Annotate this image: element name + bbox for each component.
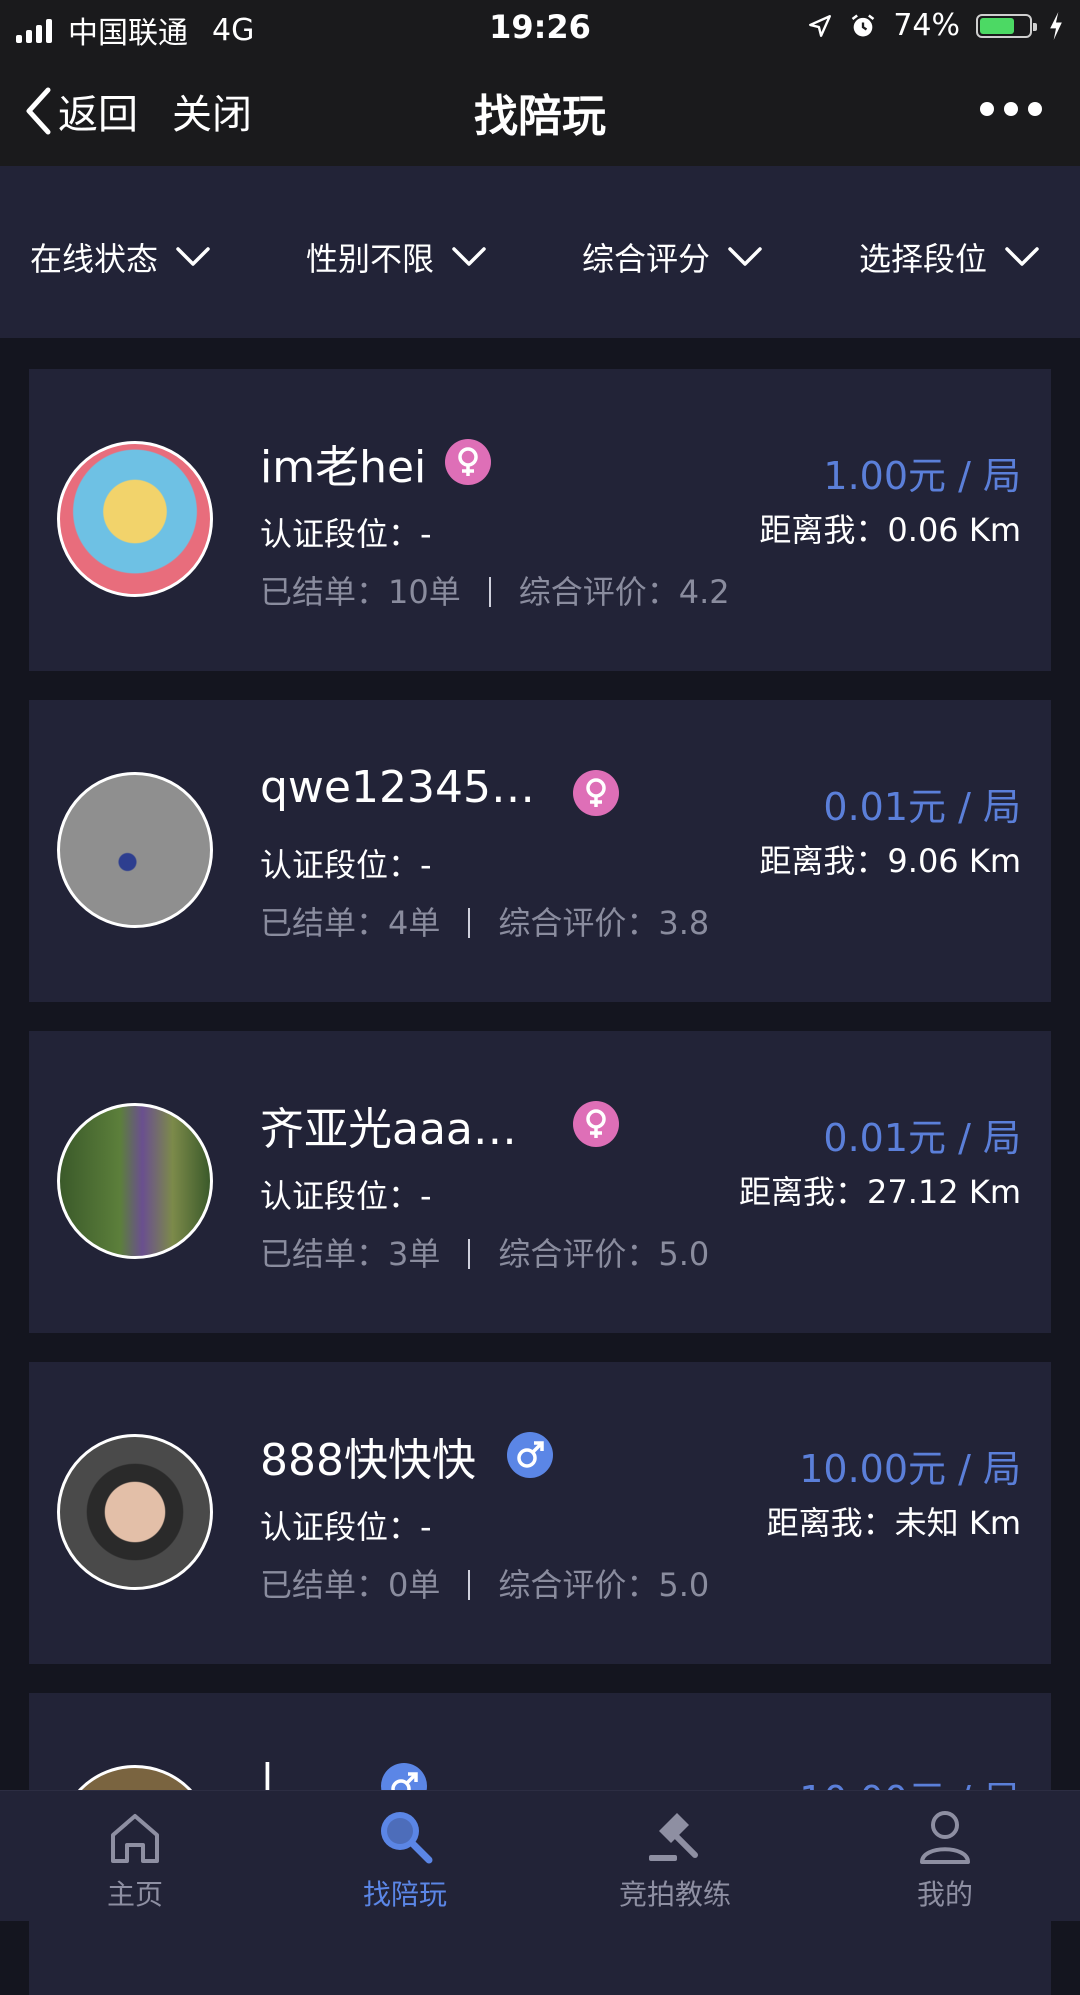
price-label: 1.00元 / 局 [823, 454, 1021, 498]
player-card[interactable]: 888快快快 认证段位：- 已结单：0单 综合评价：5.0 10.00元 / 局 … [29, 1362, 1051, 1664]
tab-label: 主页 [106, 1878, 163, 1911]
tab-auction-coach[interactable]: 竞拍教练 [575, 1805, 775, 1913]
order-stats: 已结单：3单 综合评价：5.0 [260, 1229, 709, 1275]
price-label: 10.00元 / 局 [799, 1447, 1021, 1491]
player-name: 齐亚光aaa… [260, 1104, 517, 1155]
battery-percent: 74% [893, 8, 960, 43]
distance-label: 距离我：9.06 Km [759, 842, 1021, 880]
tab-label: 找陪玩 [362, 1878, 447, 1911]
rank-label: 认证段位：- [260, 1177, 432, 1215]
user-icon [920, 1811, 970, 1864]
price-label: 0.01元 / 局 [823, 1116, 1021, 1160]
more-menu-button[interactable] [980, 102, 1042, 116]
distance-label: 距离我：0.06 Km [759, 511, 1021, 549]
divider [468, 908, 471, 938]
orders-count: 已结单：10单 [260, 573, 461, 611]
player-name: im老hei [260, 442, 427, 493]
rating-value: 综合评价：4.2 [518, 573, 730, 611]
rating-value: 综合评价：3.8 [498, 904, 710, 942]
tab-home[interactable]: 主页 [35, 1805, 235, 1913]
filter-bar: 在线状态 性别不限 综合评分 选择段位 [0, 166, 1080, 338]
distance-label: 距离我：27.12 Km [739, 1173, 1021, 1211]
player-name: qwe12345… [260, 762, 535, 813]
filter-rating[interactable]: 综合评分 [582, 234, 762, 280]
distance-label: 距离我：未知 Km [766, 1504, 1021, 1542]
battery-icon [976, 13, 1037, 38]
rank-label: 认证段位：- [260, 1508, 432, 1546]
filter-gender[interactable]: 性别不限 [306, 234, 486, 280]
female-icon [445, 439, 491, 485]
player-card[interactable]: 齐亚光aaa… 认证段位：- 已结单：3单 综合评价：5.0 0.01元 / 局 … [29, 1031, 1051, 1333]
order-stats: 已结单：0单 综合评价：5.0 [260, 1560, 709, 1606]
player-card[interactable]: qwe12345… 认证段位：- 已结单：4单 综合评价：3.8 0.01元 / … [29, 700, 1051, 1002]
divider [468, 1570, 471, 1600]
tab-bar: 主页 找陪玩 竞拍教练 我的 [0, 1790, 1080, 1921]
tab-label: 我的 [916, 1878, 973, 1911]
filter-online-status[interactable]: 在线状态 [30, 234, 210, 280]
rank-label: 认证段位：- [260, 515, 432, 553]
tab-profile[interactable]: 我的 [845, 1805, 1045, 1913]
avatar [57, 1103, 213, 1259]
location-icon [809, 14, 832, 37]
page-title: 找陪玩 [474, 91, 606, 142]
rank-label: 认证段位：- [260, 846, 432, 884]
player-name: 888快快快 [260, 1435, 476, 1486]
tab-label: 竞拍教练 [618, 1878, 731, 1911]
divider [488, 577, 491, 607]
alarm-icon [852, 13, 875, 36]
chevron-down-icon [728, 247, 762, 266]
rating-value: 综合评价：5.0 [498, 1566, 710, 1604]
filter-label: 在线状态 [30, 240, 159, 278]
orders-count: 已结单：0单 [260, 1566, 441, 1604]
rating-value: 综合评价：5.0 [498, 1235, 710, 1273]
divider [468, 1239, 471, 1269]
avatar [57, 441, 213, 597]
filter-rank[interactable]: 选择段位 [859, 234, 1039, 280]
status-bar: 中国联通 4G 19:26 74% [0, 0, 1080, 52]
chevron-down-icon [1005, 247, 1039, 266]
female-icon [573, 1101, 619, 1147]
more-dots-icon [980, 102, 994, 116]
player-card[interactable]: im老hei 认证段位：- 已结单：10单 综合评价：4.2 1.00元 / 局 … [29, 369, 1051, 671]
gavel-icon [649, 1813, 698, 1861]
female-icon [573, 770, 619, 816]
home-icon [111, 1814, 159, 1863]
orders-count: 已结单：3单 [260, 1235, 441, 1273]
order-stats: 已结单：10单 综合评价：4.2 [260, 567, 730, 613]
filter-label: 综合评分 [582, 240, 711, 278]
tab-find-companion[interactable]: 找陪玩 [305, 1805, 505, 1913]
chevron-down-icon [452, 247, 486, 266]
search-icon [381, 1812, 433, 1864]
chevron-down-icon [176, 247, 210, 266]
order-stats: 已结单：4单 综合评价：3.8 [260, 898, 709, 944]
avatar [57, 1434, 213, 1590]
charging-icon [1050, 11, 1062, 40]
orders-count: 已结单：4单 [260, 904, 441, 942]
price-label: 0.01元 / 局 [823, 785, 1021, 829]
avatar [57, 772, 213, 928]
male-icon [507, 1432, 553, 1478]
nav-bar: 返回 关闭 找陪玩 [0, 52, 1080, 166]
filter-label: 性别不限 [306, 240, 435, 278]
filter-label: 选择段位 [859, 240, 988, 278]
